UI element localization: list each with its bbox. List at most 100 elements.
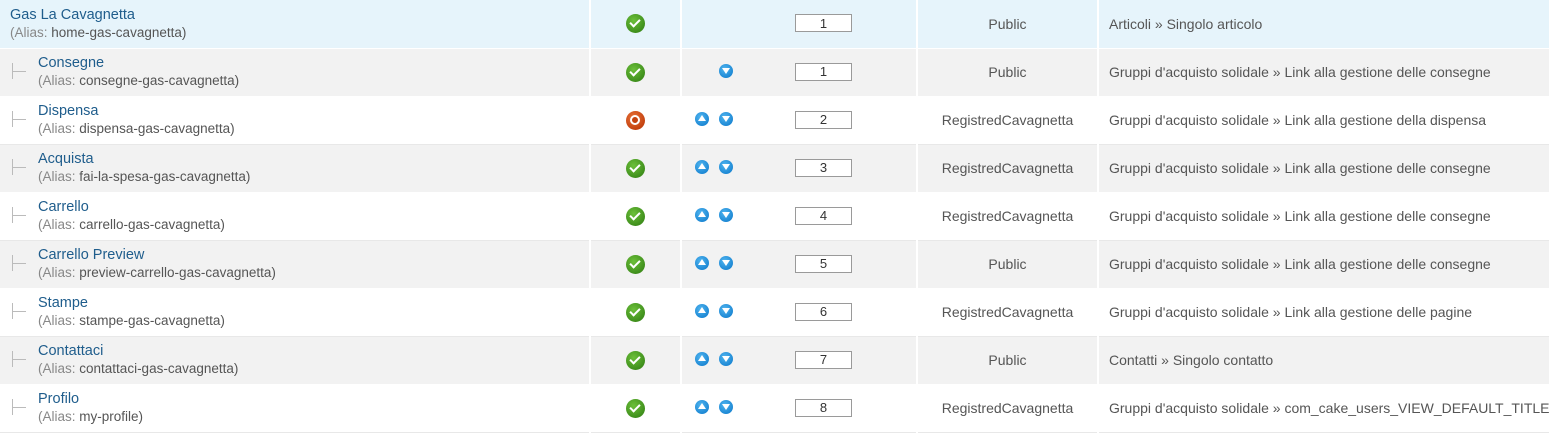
menu-item-type: Gruppi d'acquisto solidale » Link alla g… <box>1109 64 1491 80</box>
alias-value: preview-carrello-gas-cavagnetta) <box>79 265 276 280</box>
menu-item-type: Gruppi d'acquisto solidale » com_cake_us… <box>1109 400 1549 416</box>
reorder-cell <box>681 288 918 337</box>
menu-item-type: Gruppi d'acquisto solidale » Link alla g… <box>1109 160 1491 176</box>
check-circle-icon[interactable] <box>626 350 645 370</box>
menu-item-title-link[interactable]: Carrello Preview <box>38 247 276 264</box>
menu-item-alias: (Alias: preview-carrello-gas-cavagnetta) <box>38 264 276 281</box>
reorder-cell <box>681 0 918 49</box>
move-down-arrow-icon[interactable] <box>719 207 733 222</box>
alias-label: (Alias: <box>38 217 76 232</box>
ordering-input[interactable] <box>795 350 852 369</box>
access-cell: Public <box>917 48 1099 97</box>
status-cell <box>590 288 682 337</box>
move-up-arrow-icon[interactable] <box>695 351 709 366</box>
menu-item-type: Gruppi d'acquisto solidale » Link alla g… <box>1109 112 1487 128</box>
access-cell: RegistredCavagnetta <box>917 144 1099 193</box>
reorder-cell <box>681 240 918 289</box>
alias-label: (Alias: <box>38 265 76 280</box>
table-row: Stampe (Alias: stampe-gas-cavagnetta) Re… <box>0 288 1550 337</box>
reorder-cell <box>681 192 918 241</box>
title-cell: Dispensa (Alias: dispensa-gas-cavagnetta… <box>0 96 591 145</box>
unpublished-circle-icon[interactable] <box>626 110 645 130</box>
ordering-input[interactable] <box>795 62 852 81</box>
move-down-arrow-icon[interactable] <box>719 63 733 78</box>
menu-items-body: Gas La Cavagnetta (Alias: home-gas-cavag… <box>0 0 1550 433</box>
reorder-cell <box>681 384 918 433</box>
table-row: Profilo (Alias: my-profile) RegistredCav… <box>0 384 1550 433</box>
ordering-input[interactable] <box>795 14 852 32</box>
table-row: Gas La Cavagnetta (Alias: home-gas-cavag… <box>0 0 1550 49</box>
menu-item-alias: (Alias: dispensa-gas-cavagnetta) <box>38 120 235 137</box>
move-down-arrow-icon[interactable] <box>719 159 733 174</box>
title-cell: Stampe (Alias: stampe-gas-cavagnetta) <box>0 288 591 337</box>
alias-value: stampe-gas-cavagnetta) <box>79 313 225 328</box>
access-cell: RegistredCavagnetta <box>917 192 1099 241</box>
tree-branch-icon <box>10 207 28 223</box>
menu-item-alias: (Alias: contattaci-gas-cavagnetta) <box>38 360 238 377</box>
access-level: RegistredCavagnetta <box>941 400 1074 416</box>
menu-item-type: Contatti » Singolo contatto <box>1109 352 1274 368</box>
menu-item-title-link[interactable]: Profilo <box>38 391 143 408</box>
title-cell: Contattaci (Alias: contattaci-gas-cavagn… <box>0 336 591 385</box>
alias-label: (Alias: <box>10 24 48 40</box>
check-circle-icon[interactable] <box>626 398 645 418</box>
table-row: Carrello (Alias: carrello-gas-cavagnetta… <box>0 192 1550 241</box>
check-circle-icon[interactable] <box>626 206 645 226</box>
move-down-arrow-icon[interactable] <box>719 399 733 414</box>
access-level: Public <box>988 15 1027 32</box>
menu-item-type: Gruppi d'acquisto solidale » Link alla g… <box>1109 208 1491 224</box>
menu-item-title-link[interactable]: Dispensa <box>38 103 235 120</box>
status-cell <box>590 384 682 433</box>
check-circle-icon[interactable] <box>626 302 645 322</box>
status-cell <box>590 336 682 385</box>
check-circle-icon[interactable] <box>626 254 645 274</box>
ordering-input[interactable] <box>795 206 852 225</box>
ordering-input[interactable] <box>795 110 852 129</box>
alias-value: contattaci-gas-cavagnetta) <box>79 361 239 376</box>
check-circle-icon[interactable] <box>626 14 645 34</box>
access-level: Public <box>988 352 1027 368</box>
type-cell: Contatti » Singolo contatto <box>1098 336 1550 385</box>
check-circle-icon[interactable] <box>626 62 645 82</box>
menu-item-title-link[interactable]: Gas La Cavagnetta <box>10 7 186 24</box>
move-down-arrow-icon[interactable] <box>719 111 733 126</box>
menu-item-title-link[interactable]: Consegne <box>38 55 239 72</box>
menu-item-title-link[interactable]: Acquista <box>38 151 250 168</box>
reorder-cell <box>681 48 918 97</box>
menu-item-title-link[interactable]: Contattaci <box>38 343 238 360</box>
move-up-arrow-icon[interactable] <box>695 255 709 270</box>
title-cell: Gas La Cavagnetta (Alias: home-gas-cavag… <box>0 0 591 49</box>
access-cell: RegistredCavagnetta <box>917 288 1099 337</box>
move-up-arrow-icon[interactable] <box>695 399 709 414</box>
type-cell: Gruppi d'acquisto solidale » Link alla g… <box>1098 240 1550 289</box>
move-down-arrow-icon[interactable] <box>719 303 733 318</box>
type-cell: Gruppi d'acquisto solidale » Link alla g… <box>1098 192 1550 241</box>
move-up-arrow-icon[interactable] <box>695 303 709 318</box>
ordering-input[interactable] <box>795 398 852 417</box>
menu-item-type: Gruppi d'acquisto solidale » Link alla g… <box>1109 304 1473 320</box>
alias-label: (Alias: <box>38 169 76 184</box>
ordering-input[interactable] <box>795 254 852 273</box>
menu-item-title-link[interactable]: Carrello <box>38 199 225 216</box>
ordering-input[interactable] <box>795 302 852 321</box>
move-up-arrow-icon[interactable] <box>695 207 709 222</box>
alias-value: carrello-gas-cavagnetta) <box>79 217 225 232</box>
menu-item-alias: (Alias: fai-la-spesa-gas-cavagnetta) <box>38 168 250 185</box>
menu-items-table: Gas La Cavagnetta (Alias: home-gas-cavag… <box>0 0 1550 433</box>
move-up-arrow-icon[interactable] <box>695 159 709 174</box>
check-circle-icon[interactable] <box>626 158 645 178</box>
menu-item-type: Gruppi d'acquisto solidale » Link alla g… <box>1109 256 1491 272</box>
alias-value: home-gas-cavagnetta) <box>51 24 187 40</box>
move-down-arrow-icon[interactable] <box>719 351 733 366</box>
ordering-input[interactable] <box>795 158 852 177</box>
menu-item-title-link[interactable]: Stampe <box>38 295 225 312</box>
menu-item-alias: (Alias: stampe-gas-cavagnetta) <box>38 312 225 329</box>
type-cell: Gruppi d'acquisto solidale » Link alla g… <box>1098 144 1550 193</box>
move-up-arrow-icon[interactable] <box>695 111 709 126</box>
move-down-arrow-icon[interactable] <box>719 255 733 270</box>
tree-branch-icon <box>10 159 28 175</box>
status-cell <box>590 240 682 289</box>
status-cell <box>590 0 682 49</box>
status-cell <box>590 48 682 97</box>
title-cell: Consegne (Alias: consegne-gas-cavagnetta… <box>0 48 591 97</box>
